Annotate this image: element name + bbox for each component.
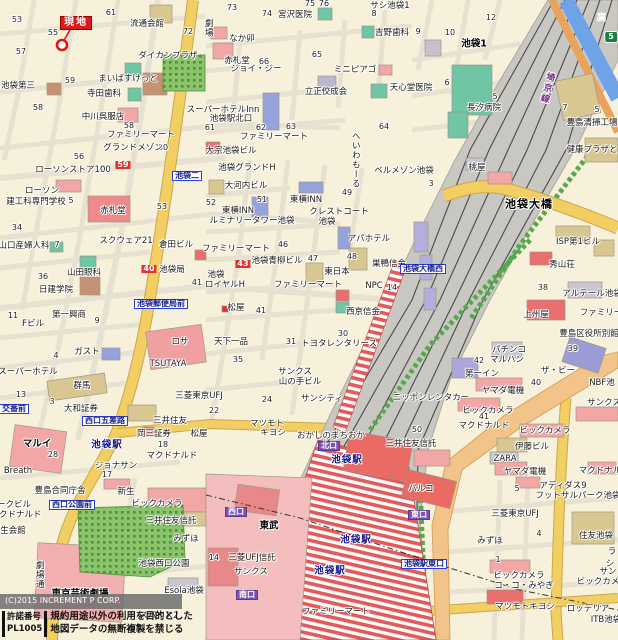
legal-line-2: 地図データの無断複製を禁じる [50, 624, 193, 637]
license-number-label: 許諾番号 [7, 612, 42, 624]
current-location-label: 現地 [60, 16, 92, 30]
copyright-bar: (C)2015 INCREMENT P CORP. [0, 594, 182, 609]
license-number: PL1005 [7, 624, 42, 636]
copyright-text: (C)2015 INCREMENT P CORP. [5, 596, 121, 605]
legal-line-1: 規約用途以外の利用を目的とした [50, 611, 193, 624]
license-block: 許諾番号 PL1005 規約用途以外の利用を目的とした 地図データの無断複製を禁… [2, 611, 193, 637]
map-canvas[interactable] [0, 0, 618, 640]
map-root: 5361555759585856607273747576流通会館劇場ダイカンプラ… [0, 0, 618, 640]
legal-text: 規約用途以外の利用を目的とした 地図データの無断複製を禁じる [50, 611, 193, 637]
license-number-box: 許諾番号 PL1005 [2, 611, 47, 637]
